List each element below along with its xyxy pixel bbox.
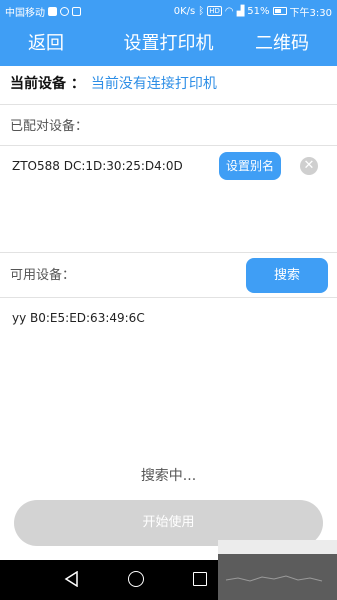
notification-app-icon	[48, 6, 57, 16]
hd-badge: HD	[207, 6, 222, 16]
available-devices-label: 可用设备：	[10, 268, 76, 283]
wifi-icon: ◠	[224, 5, 234, 17]
paired-devices-label: 已配对设备：	[10, 119, 89, 134]
paired-device-name[interactable]: ZTO588 DC:1D:30:25:D4:0D	[12, 158, 183, 174]
divider	[0, 297, 337, 298]
current-device-row: 当前设备 ： 当前没有连接打印机	[10, 74, 217, 94]
status-bar: 中国移动 0K/s ᛒ HD ◠ ▟ 51% 下午3:30	[0, 0, 337, 22]
nav-recent-apps-icon[interactable]	[193, 572, 207, 586]
nav-back-icon[interactable]	[64, 571, 78, 587]
current-device-value: 当前没有连接打印机	[90, 76, 217, 92]
battery-level: 51%	[247, 5, 270, 17]
thumbnail-waveform	[225, 575, 323, 582]
divider	[0, 104, 337, 105]
current-device-label: 当前设备 ：	[10, 76, 85, 92]
image-notification-icon	[72, 6, 81, 16]
thumbnail-preview	[218, 554, 337, 600]
battery-icon	[272, 7, 287, 15]
divider	[0, 252, 337, 253]
qr-code-button[interactable]: 二维码	[255, 31, 309, 57]
status-bar-left: 中国移动	[5, 4, 81, 19]
clock: 下午3:30	[289, 7, 332, 19]
available-device-name[interactable]: yy B0:E5:ED:63:49:6C	[12, 310, 145, 326]
screenshot-thumbnail[interactable]	[218, 540, 337, 600]
app-bar: 返回 设置打印机 二维码	[0, 22, 337, 66]
signal-icon: ▟	[236, 5, 245, 17]
remove-device-icon[interactable]: ✕	[300, 157, 318, 175]
divider	[0, 145, 337, 146]
status-bar-right: 0K/s ᛒ HD ◠ ▟ 51% 下午3:30	[174, 4, 332, 19]
bluetooth-icon: ᛒ	[198, 5, 205, 17]
nav-home-icon[interactable]	[128, 571, 144, 587]
set-alias-button[interactable]: 设置别名	[219, 152, 281, 180]
carrier-label: 中国移动	[5, 7, 45, 19]
search-button[interactable]: 搜索	[246, 258, 328, 293]
search-status-text: 搜索中...	[140, 468, 197, 484]
sync-icon	[60, 6, 69, 16]
network-speed: 0K/s	[173, 5, 196, 17]
